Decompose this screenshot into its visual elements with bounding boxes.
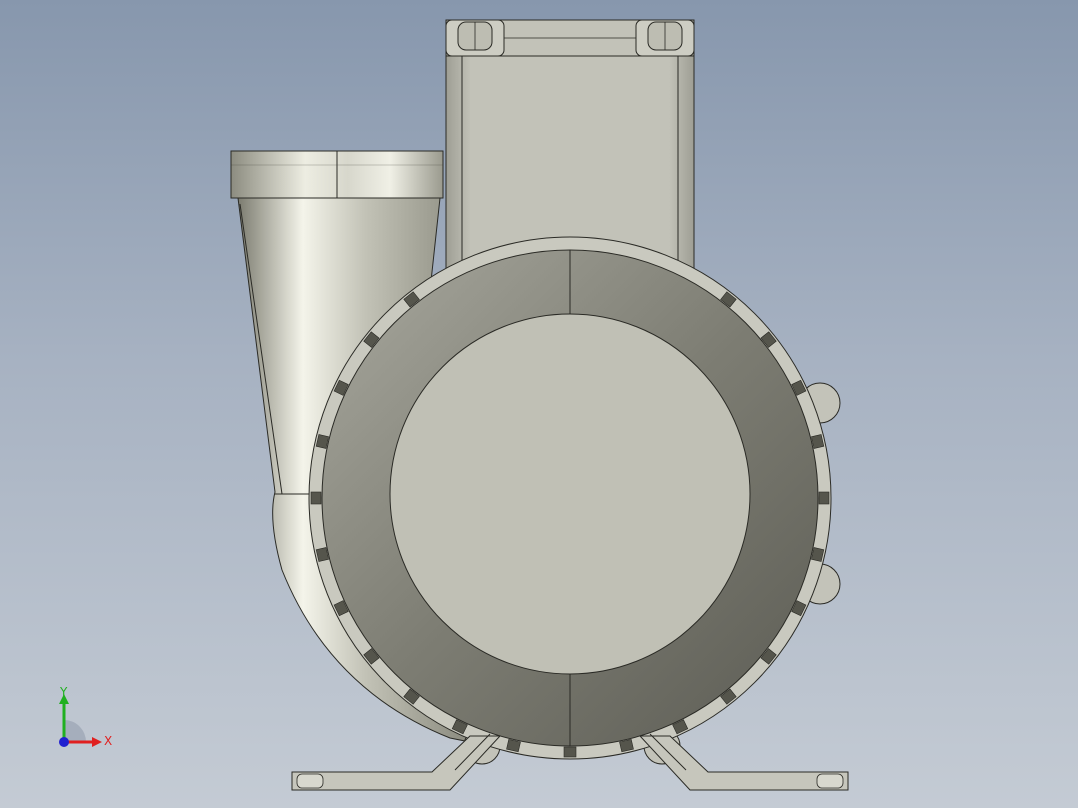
bolt-slot <box>818 491 830 505</box>
axis-triad: Y X <box>59 686 112 748</box>
inlet-cover[interactable] <box>389 313 751 675</box>
housing-clip-left <box>445 19 505 57</box>
housing-clip-right <box>635 19 695 57</box>
y-axis-label: Y <box>59 686 68 699</box>
z-axis-origin <box>59 737 69 747</box>
bolt-slot <box>310 491 322 505</box>
bolt-slot <box>563 746 577 758</box>
graphics-viewport[interactable]: Y X <box>0 0 1078 808</box>
x-axis-label: X <box>104 734 112 748</box>
blower-model[interactable] <box>0 0 1078 808</box>
x-axis-arrowhead <box>92 737 102 747</box>
